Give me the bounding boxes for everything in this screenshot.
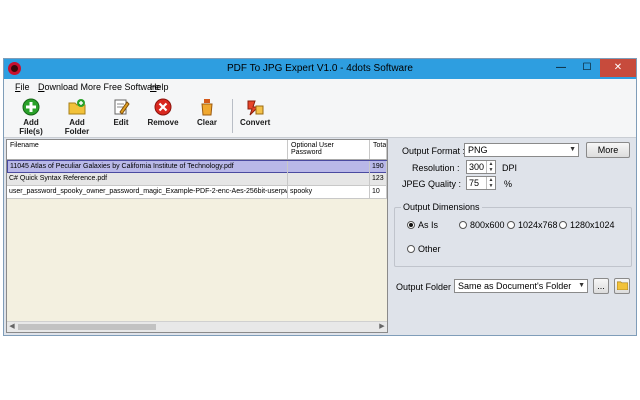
toolbar-separator [232,99,233,133]
remove-label: Remove [147,118,179,127]
output-folder-label: Output Folder : [396,282,457,292]
open-folder-button[interactable] [614,278,630,294]
cell-password[interactable] [288,173,370,185]
clear-button[interactable]: Clear [194,98,220,134]
toolbar: Add File(s) Add Folder Edit Remove Clear… [4,95,636,138]
more-button[interactable]: More [586,142,630,158]
output-format-label: Output Format : [402,146,466,156]
radio-other[interactable]: Other [407,244,441,254]
convert-button[interactable]: Convert [240,98,270,134]
add-files-button[interactable]: Add File(s) [12,98,50,136]
radio-selected-icon [407,221,415,229]
radio-as-is[interactable]: As Is [407,220,438,230]
scroll-thumb[interactable] [18,324,156,330]
cell-filename: C# Quick Syntax Reference.pdf [7,173,288,185]
jpeg-quality-unit: % [504,179,513,189]
chevron-down-icon: ▼ [569,146,576,153]
output-dimensions-legend: Output Dimensions [401,202,482,212]
output-format-select[interactable]: PNG ▼ [464,143,579,157]
resolution-stepper[interactable]: 300 ▲ ▼ [466,160,496,174]
radio-800x600[interactable]: 800x600 [459,220,505,230]
radio-1280x1024[interactable]: 1280x1024 [559,220,615,230]
cell-password[interactable] [288,161,370,173]
close-button[interactable]: ✕ [600,59,636,77]
cell-total: 123 [370,173,387,185]
radio-label: 1024x768 [518,220,558,230]
chevron-down-icon: ▼ [578,282,585,289]
column-total[interactable]: Tota [370,140,387,159]
cell-total: 190 [370,161,387,173]
clear-label: Clear [196,118,217,127]
radio-label: Other [418,244,441,254]
edit-label: Edit [113,118,129,127]
add-folder-button[interactable]: Add Folder [56,98,98,136]
radio-label: 800x600 [470,220,505,230]
output-folder-select[interactable]: Same as Document's Folder ▼ [454,279,588,293]
minimize-button[interactable]: — [548,59,574,77]
folder-icon [616,281,628,291]
add-green-icon [22,98,40,116]
column-filename[interactable]: Filename [7,140,288,159]
spin-arrows-icon[interactable]: ▲ ▼ [486,161,495,173]
menu-file[interactable]: File [15,82,30,92]
scroll-left-icon[interactable]: ◀ [7,322,17,332]
convert-label: Convert [240,118,271,127]
folder-add-icon [68,99,86,115]
grid-header: Filename Optional User Password Tota [7,140,387,160]
resolution-label: Resolution : [412,163,460,173]
table-row[interactable]: C# Quick Syntax Reference.pdf 123 [7,173,387,186]
radio-icon [459,221,467,229]
edit-button[interactable]: Edit [108,98,134,134]
convert-icon [247,100,264,116]
menu-download-more[interactable]: Download More Free Software [38,82,160,92]
radio-icon [559,221,567,229]
jpeg-quality-value: 75 [469,178,480,188]
output-dimensions-group: Output Dimensions As Is 800x600 1024x768… [394,202,632,267]
menu-bar: File Download More Free Software Help [4,79,636,95]
cell-filename: 11045 Atlas of Peculiar Galaxies by Cali… [8,161,288,173]
output-format-value: PNG [468,145,488,155]
resolution-value: 300 [469,162,485,172]
radio-label: 1280x1024 [570,220,615,230]
file-grid[interactable]: Filename Optional User Password Tota 110… [6,139,388,333]
horizontal-scrollbar[interactable]: ◀ ▶ [7,321,387,332]
add-files-label: Add File(s) [19,118,43,136]
edit-icon [114,99,130,115]
menu-help[interactable]: Help [150,82,169,92]
jpeg-quality-stepper[interactable]: 75 ▲ ▼ [466,176,496,190]
remove-icon [154,98,172,116]
radio-label: As Is [418,220,439,230]
table-row[interactable]: 11045 Atlas of Peculiar Galaxies by Cali… [7,160,387,173]
window-title: PDF To JPG Expert V1.0 - 4dots Software [226,63,413,74]
resolution-unit: DPI [502,163,518,173]
cell-password[interactable]: spooky [288,186,370,198]
table-row[interactable]: user_password_spooky_owner_password_magi… [7,186,387,199]
radio-1024x768[interactable]: 1024x768 [507,220,558,230]
radio-icon [407,245,415,253]
add-folder-label: Add Folder [64,118,90,136]
maximize-button[interactable]: ☐ [574,59,600,77]
column-password[interactable]: Optional User Password [288,140,370,159]
output-folder-value: Same as Document's Folder [458,281,572,291]
clear-icon [201,99,213,116]
app-window: PDF To JPG Expert V1.0 - 4dots Software … [3,58,637,336]
cell-total: 10 [370,186,387,198]
spin-arrows-icon[interactable]: ▲ ▼ [486,177,495,189]
title-bar: PDF To JPG Expert V1.0 - 4dots Software … [4,59,636,79]
options-panel: Output Format : PNG ▼ More Resolution : … [392,139,634,333]
jpeg-quality-label: JPEG Quality : [402,179,462,189]
remove-button[interactable]: Remove [146,98,180,134]
cell-filename: user_password_spooky_owner_password_magi… [7,186,288,198]
scroll-right-icon[interactable]: ▶ [377,322,387,332]
browse-button[interactable]: ... [593,278,609,294]
radio-icon [507,221,515,229]
